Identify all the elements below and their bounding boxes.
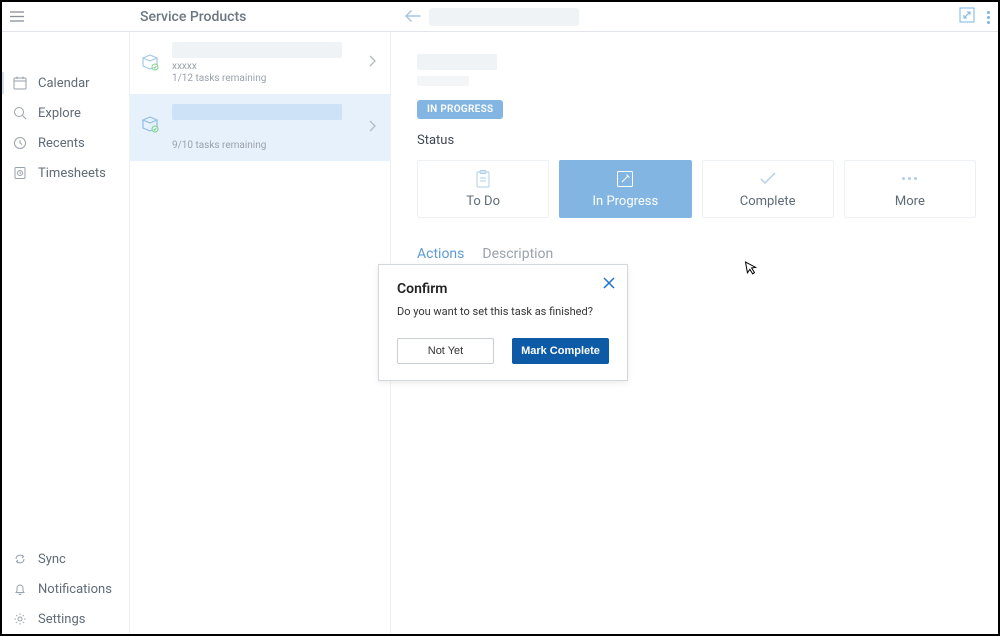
status-card-label: Complete bbox=[740, 194, 796, 209]
overflow-menu-icon[interactable] bbox=[987, 11, 990, 24]
nav-label: Timesheets bbox=[38, 166, 106, 181]
edit-icon bbox=[616, 170, 634, 188]
calendar-icon bbox=[12, 75, 28, 91]
clock-icon bbox=[12, 135, 28, 151]
status-card-label: More bbox=[895, 194, 925, 209]
list-item-subtitle2: 9/10 tasks remaining bbox=[172, 140, 376, 151]
service-product-list: xxxxx 1/12 tasks remaining 9/10 tasks re… bbox=[130, 32, 391, 634]
list-item[interactable]: 9/10 tasks remaining bbox=[130, 94, 390, 161]
gear-icon bbox=[12, 611, 28, 627]
app-header: Service Products bbox=[2, 2, 998, 32]
app-window: Service Products Calendar bbox=[0, 0, 1000, 636]
chevron-right-icon bbox=[369, 120, 376, 136]
status-card-label: To Do bbox=[466, 194, 500, 209]
menu-icon[interactable] bbox=[2, 2, 32, 32]
status-card-todo[interactable]: To Do bbox=[417, 160, 549, 218]
page-title: Service Products bbox=[140, 9, 246, 25]
list-item-subtitle2: 1/12 tasks remaining bbox=[172, 73, 376, 84]
close-icon[interactable] bbox=[603, 277, 615, 293]
box-icon bbox=[140, 114, 160, 134]
nav-label: Recents bbox=[38, 136, 85, 151]
box-icon bbox=[140, 52, 160, 72]
header-breadcrumb-redacted bbox=[429, 8, 579, 26]
status-section-label: Status bbox=[417, 133, 976, 148]
status-card-complete[interactable]: Complete bbox=[702, 160, 834, 218]
status-card-in-progress[interactable]: In Progress bbox=[559, 160, 691, 218]
nav-item-settings[interactable]: Settings bbox=[2, 604, 129, 634]
list-item-subtitle1: xxxxx bbox=[172, 61, 376, 72]
detail-subtitle-redacted bbox=[417, 76, 469, 86]
nav-label: Calendar bbox=[38, 76, 90, 91]
chevron-right-icon bbox=[369, 55, 376, 71]
detail-title-redacted bbox=[417, 54, 497, 70]
not-yet-button[interactable]: Not Yet bbox=[397, 338, 494, 364]
search-icon bbox=[12, 105, 28, 121]
clipboard-icon bbox=[474, 170, 492, 188]
nav-label: Notifications bbox=[38, 582, 112, 597]
nav-item-recents[interactable]: Recents bbox=[2, 128, 129, 158]
expand-icon[interactable] bbox=[959, 7, 975, 27]
more-icon bbox=[901, 170, 919, 188]
status-card-more[interactable]: More bbox=[844, 160, 976, 218]
list-item-title-redacted bbox=[172, 42, 342, 58]
list-item-title-redacted bbox=[172, 104, 342, 120]
nav-item-explore[interactable]: Explore bbox=[2, 98, 129, 128]
sync-icon bbox=[12, 551, 28, 567]
status-card-label: In Progress bbox=[593, 194, 659, 209]
timesheet-icon bbox=[12, 165, 28, 181]
nav-item-notifications[interactable]: Notifications bbox=[2, 574, 129, 604]
confirm-dialog: Confirm Do you want to set this task as … bbox=[378, 264, 628, 381]
nav-item-timesheets[interactable]: Timesheets bbox=[2, 158, 129, 188]
status-badge: IN PROGRESS bbox=[417, 100, 503, 119]
nav-label: Sync bbox=[38, 552, 66, 567]
nav-label: Explore bbox=[38, 106, 81, 121]
nav-item-calendar[interactable]: Calendar bbox=[2, 68, 129, 98]
back-icon[interactable] bbox=[405, 9, 421, 27]
list-item[interactable]: xxxxx 1/12 tasks remaining bbox=[130, 32, 390, 94]
dialog-title: Confirm bbox=[397, 281, 609, 297]
mark-complete-button[interactable]: Mark Complete bbox=[512, 338, 609, 364]
sidebar-nav: Calendar Explore Recents Timesheets bbox=[2, 32, 130, 634]
bell-icon bbox=[12, 581, 28, 597]
check-icon bbox=[759, 170, 777, 188]
dialog-message: Do you want to set this task as finished… bbox=[397, 305, 609, 318]
nav-label: Settings bbox=[38, 612, 85, 627]
nav-item-sync[interactable]: Sync bbox=[2, 544, 129, 574]
